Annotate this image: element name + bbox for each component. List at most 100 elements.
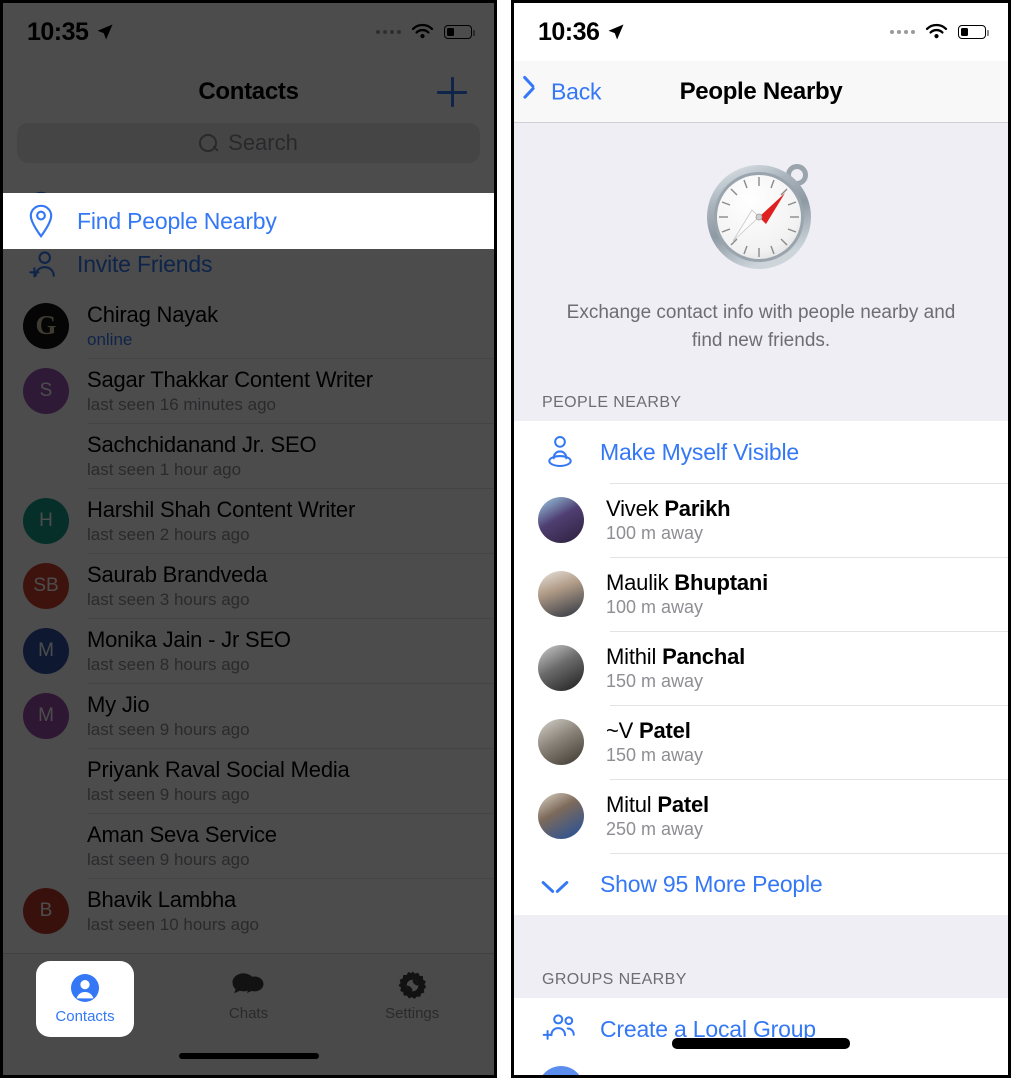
groups-nearby-list: Create a Local Group Put Me In Touch Wit…: [514, 998, 1008, 1075]
show-more-people-row[interactable]: Show 95 More People: [514, 853, 1008, 915]
gear-icon: [395, 970, 429, 1000]
avatar: M: [23, 627, 69, 674]
avatar: [538, 571, 584, 618]
tab-chats[interactable]: Chats: [167, 954, 331, 1038]
person-name: Vivek Parikh: [606, 496, 731, 522]
chat-bubbles-icon: [232, 970, 266, 1000]
signal-dots-icon: [890, 30, 915, 34]
contact-status: last seen 2 hours ago: [87, 524, 250, 544]
people-nearby-screen: 10:36 Back People Nearby Exchange contac…: [514, 3, 1008, 1075]
contact-status: last seen 1 hour ago: [87, 459, 242, 479]
page-title: People Nearby: [679, 77, 843, 105]
people-rows: Vivek Parikh 100 m away Maulik Bhuptani 100…: [514, 483, 1008, 853]
contacts-screen: 10:35 Contacts Search Invite Friends G C…: [3, 3, 494, 1075]
contact-row[interactable]: SB Saurab Brandveda last seen 3 hours ago: [3, 553, 494, 618]
person-distance: 100 m away: [606, 523, 704, 544]
search-bar-container: Search: [3, 123, 494, 179]
home-indicator: [672, 1038, 850, 1049]
avatar: H: [23, 497, 69, 544]
contact-row[interactable]: B Bhavik Lambha last seen 10 hours ago: [3, 878, 494, 943]
location-pin-icon: [27, 204, 77, 238]
location-arrow-icon: [97, 24, 113, 40]
person-row[interactable]: ~V Patel 150 m away: [514, 705, 1008, 779]
person-name: ~V Patel: [606, 718, 691, 744]
person-row[interactable]: Mitul Patel 250 m away: [514, 779, 1008, 853]
person-texts: Mithil Panchal 150 m away: [606, 644, 745, 692]
contact-status: last seen 8 hours ago: [87, 654, 250, 674]
show-more-people-label: Show 95 More People: [600, 870, 823, 897]
person-circle-icon: [68, 973, 102, 1003]
page-title: Contacts: [198, 78, 299, 105]
contact-list: G Chirag Nayak online S Sagar Thakkar Conten…: [3, 293, 494, 943]
contact-name: Harshil Shah Content Writer: [87, 496, 356, 522]
contact-texts: Saurab Brandveda last seen 3 hours ago: [87, 562, 267, 610]
tab-settings[interactable]: Settings: [330, 954, 494, 1038]
person-row[interactable]: Mithil Panchal 150 m away: [514, 631, 1008, 705]
search-icon: [199, 133, 218, 153]
avatar: SB: [23, 562, 69, 609]
battery-icon: [444, 25, 475, 39]
group-avatar: [538, 1066, 584, 1075]
find-people-nearby-highlight[interactable]: Find People Nearby: [3, 193, 494, 249]
avatar-placeholder: [23, 433, 69, 479]
person-name: Maulik Bhuptani: [606, 570, 769, 596]
contact-status: online: [87, 329, 133, 349]
battery-icon: [958, 25, 989, 39]
status-bar: 10:36: [514, 3, 1008, 61]
make-myself-visible-label: Make Myself Visible: [600, 438, 800, 465]
wifi-icon: [925, 23, 948, 39]
contact-status: last seen 10 hours ago: [87, 914, 260, 934]
contact-texts: Monika Jain - Jr SEO last seen 8 hours ag…: [87, 627, 291, 675]
person-distance: 150 m away: [606, 745, 704, 766]
person-name: Mitul Patel: [606, 792, 709, 818]
status-bar: 10:35: [3, 3, 494, 61]
person-row[interactable]: Vivek Parikh 100 m away: [514, 483, 1008, 557]
contact-row[interactable]: G Chirag Nayak online: [3, 293, 494, 358]
contact-name: Bhavik Lambha: [87, 886, 237, 912]
tab-settings-label: Settings: [385, 1005, 440, 1022]
avatar: B: [23, 887, 69, 934]
contact-status: last seen 16 minutes ago: [87, 394, 277, 414]
contact-status: last seen 9 hours ago: [87, 719, 250, 739]
contact-status: last seen 9 hours ago: [87, 784, 250, 804]
search-input[interactable]: Search: [17, 123, 480, 163]
contact-row[interactable]: Sachchidanand Jr. SEO last seen 1 hour ag…: [3, 423, 494, 488]
people-nearby-navbar: Back People Nearby: [514, 61, 1008, 123]
contact-texts: Sagar Thakkar Content Writer last seen 16…: [87, 367, 373, 415]
add-group-icon: [542, 1012, 600, 1046]
person-row[interactable]: Maulik Bhuptani 100 m away: [514, 557, 1008, 631]
invite-friends-label: Invite Friends: [77, 251, 213, 277]
person-distance: 150 m away: [606, 671, 704, 692]
back-button-label: Back: [551, 78, 602, 104]
contact-name: Sagar Thakkar Content Writer: [87, 366, 373, 392]
find-people-nearby-highlight-label: Find People Nearby: [77, 207, 277, 234]
avatar: [538, 645, 584, 692]
avatar-placeholder: [23, 823, 69, 869]
section-gap: [514, 915, 1008, 958]
status-bar-time-group: 10:36: [538, 18, 626, 47]
contact-texts: Bhavik Lambha last seen 10 hours ago: [87, 887, 259, 935]
tab-contacts-highlight[interactable]: Contacts: [36, 961, 134, 1037]
person-texts: Mitul Patel 250 m away: [606, 792, 709, 840]
contact-row[interactable]: S Sagar Thakkar Content Writer last seen 1…: [3, 358, 494, 423]
contact-row[interactable]: M My Jio last seen 9 hours ago: [3, 683, 494, 748]
contact-name: Chirag Nayak: [87, 301, 218, 327]
people-nearby-list: Make Myself Visible Vivek Parikh 100 m aw…: [514, 421, 1008, 916]
contact-row[interactable]: M Monika Jain - Jr SEO last seen 8 hours a…: [3, 618, 494, 683]
signal-dots-icon: [376, 30, 401, 34]
contact-name: Monika Jain - Jr SEO: [87, 626, 291, 652]
screenshot-stage: 10:35 Contacts Search Invite Friends G C…: [0, 0, 1011, 1078]
plus-icon[interactable]: [437, 77, 467, 107]
create-local-group-row[interactable]: Create a Local Group: [514, 998, 1008, 1060]
contact-row[interactable]: H Harshil Shah Content Writer last seen 2 …: [3, 488, 494, 553]
status-bar-time-group: 10:35: [27, 18, 115, 47]
make-myself-visible-row[interactable]: Make Myself Visible: [514, 421, 1008, 483]
home-indicator: [178, 1053, 319, 1059]
back-button[interactable]: Back: [532, 78, 602, 105]
group-row[interactable]: Put Me In Touch With Ahmedabad: [514, 1060, 1008, 1075]
contact-status: last seen 9 hours ago: [87, 849, 250, 869]
contact-row[interactable]: Aman Seva Service last seen 9 hours ago: [3, 813, 494, 878]
contact-row[interactable]: Priyank Raval Social Media last seen 9 ho…: [3, 748, 494, 813]
avatar: M: [23, 692, 69, 739]
chevron-down-icon: [542, 877, 600, 891]
